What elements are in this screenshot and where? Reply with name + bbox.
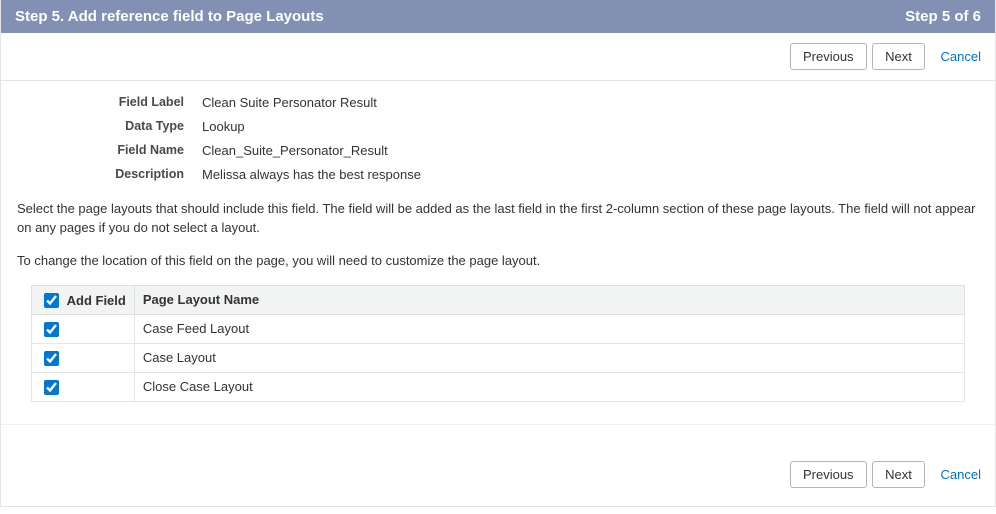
layout-name: Case Feed Layout bbox=[134, 314, 964, 343]
field-name-label: Field Name bbox=[97, 143, 202, 158]
wizard-step-indicator: Step 5 of 6 bbox=[905, 8, 981, 25]
nav-bar-bottom: Previous Next Cancel bbox=[1, 424, 995, 506]
col-header-add-field: Add Field bbox=[32, 285, 135, 314]
cancel-link[interactable]: Cancel bbox=[941, 49, 981, 64]
data-type-value: Lookup bbox=[202, 119, 245, 134]
wizard-container: Step 5. Add reference field to Page Layo… bbox=[0, 0, 996, 507]
layout-name: Close Case Layout bbox=[134, 372, 964, 401]
description-value: Melissa always has the best response bbox=[202, 167, 421, 182]
description-label: Description bbox=[97, 167, 202, 182]
cancel-link[interactable]: Cancel bbox=[941, 467, 981, 482]
instructions-1: Select the page layouts that should incl… bbox=[17, 200, 979, 238]
previous-button[interactable]: Previous bbox=[790, 43, 867, 70]
wizard-header: Step 5. Add reference field to Page Layo… bbox=[1, 0, 995, 33]
previous-button[interactable]: Previous bbox=[790, 461, 867, 488]
next-button[interactable]: Next bbox=[872, 461, 925, 488]
wizard-title: Step 5. Add reference field to Page Layo… bbox=[15, 8, 324, 25]
field-name-value: Clean_Suite_Personator_Result bbox=[202, 143, 388, 158]
table-row: Case Layout bbox=[32, 343, 965, 372]
table-row: Close Case Layout bbox=[32, 372, 965, 401]
layouts-table: Add Field Page Layout Name Case Feed Lay… bbox=[31, 285, 965, 402]
layout-checkbox[interactable] bbox=[44, 351, 59, 366]
nav-bar-top: Previous Next Cancel bbox=[1, 33, 995, 81]
data-type-label: Data Type bbox=[97, 119, 202, 134]
wizard-content: Field Label Clean Suite Personator Resul… bbox=[1, 81, 995, 424]
field-label-label: Field Label bbox=[97, 95, 202, 110]
col-header-add-field-label: Add Field bbox=[67, 293, 126, 308]
col-header-layout-name: Page Layout Name bbox=[134, 285, 964, 314]
table-row: Case Feed Layout bbox=[32, 314, 965, 343]
field-definition: Field Label Clean Suite Personator Resul… bbox=[97, 95, 979, 182]
layout-checkbox[interactable] bbox=[44, 322, 59, 337]
layout-checkbox[interactable] bbox=[44, 380, 59, 395]
next-button[interactable]: Next bbox=[872, 43, 925, 70]
select-all-checkbox[interactable] bbox=[44, 293, 59, 308]
field-label-value: Clean Suite Personator Result bbox=[202, 95, 377, 110]
instructions-2: To change the location of this field on … bbox=[17, 252, 979, 271]
layout-name: Case Layout bbox=[134, 343, 964, 372]
